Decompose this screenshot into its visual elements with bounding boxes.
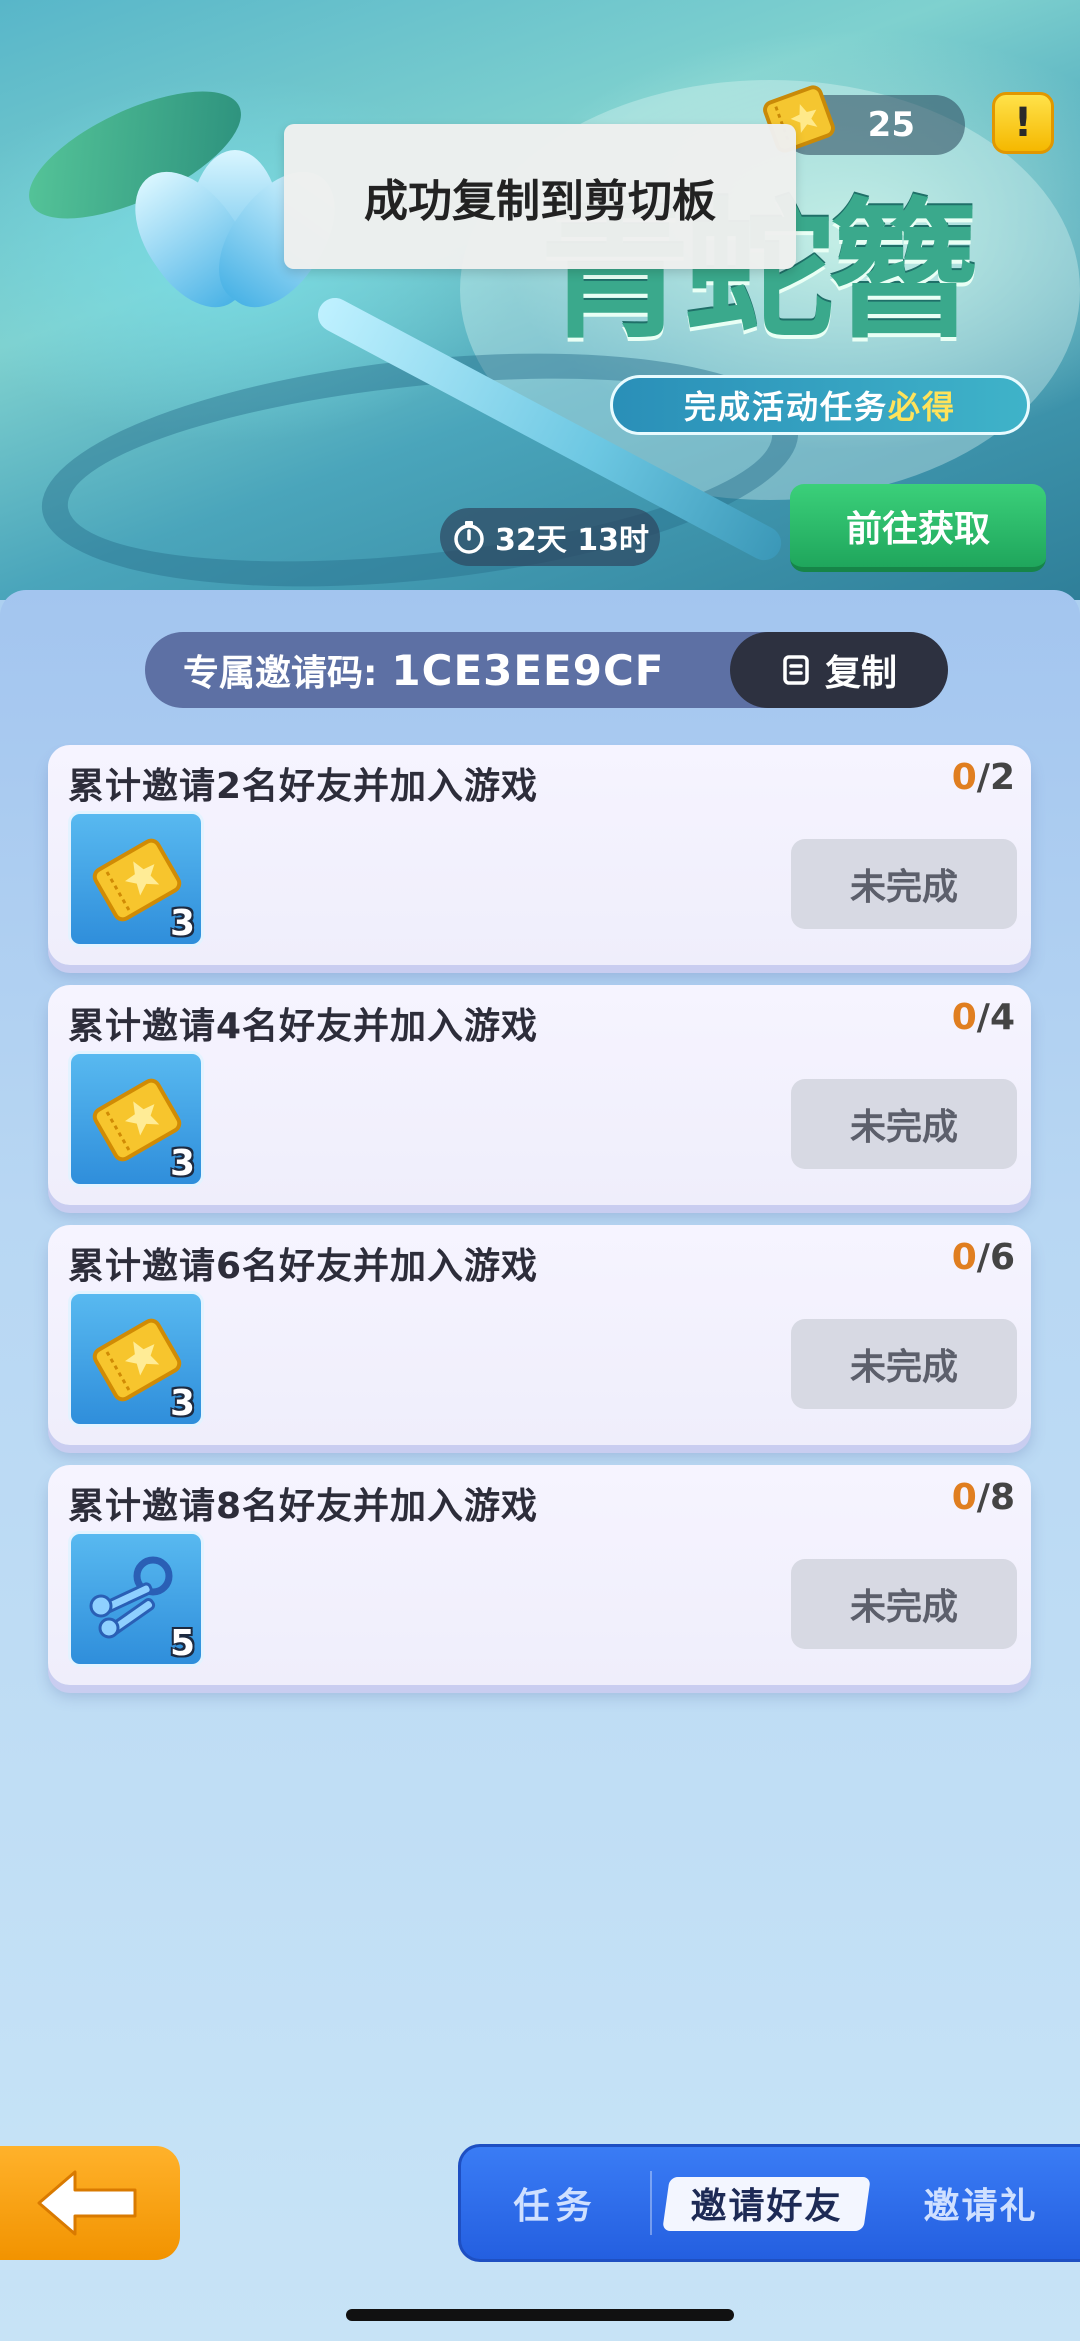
status-incomplete-button[interactable]: 未完成 (791, 839, 1017, 929)
tab-invite-friends-label: 邀请好友 (690, 2186, 843, 2227)
task-progress: 0/4 (951, 997, 1015, 1038)
bottom-tab-bar: 任务 邀请好友 邀请礼 (458, 2144, 1080, 2262)
timer-text: 32天 13时 (495, 523, 649, 558)
task-progress: 0/2 (951, 757, 1015, 798)
task-card: 累计邀请2名好友并加入游戏 0/2 3 未完成 (48, 745, 1031, 965)
status-incomplete-button[interactable]: 未完成 (791, 1559, 1017, 1649)
subtitle-highlight: 必得 (888, 388, 957, 426)
reward-count: 3 (169, 1383, 195, 1424)
task-title: 累计邀请4名好友并加入游戏 (68, 1006, 539, 1047)
reward-item[interactable]: 3 (68, 1051, 204, 1187)
task-card: 累计邀请4名好友并加入游戏 0/4 3 未完成 (48, 985, 1031, 1205)
toast-message: 成功复制到剪切板 (364, 175, 716, 227)
reward-item[interactable]: 3 (68, 811, 204, 947)
status-incomplete-button[interactable]: 未完成 (791, 1079, 1017, 1169)
info-button[interactable]: ! (992, 92, 1054, 154)
subtitle-text: 完成活动任务 (683, 388, 888, 426)
event-timer: 32天 13时 (440, 508, 660, 566)
task-card: 累计邀请6名好友并加入游戏 0/6 3 未完成 (48, 1225, 1031, 1445)
copy-success-toast: 成功复制到剪切板 (284, 124, 796, 269)
exclamation-icon: ! (1013, 100, 1033, 146)
tab-tasks[interactable]: 任务 (461, 2147, 650, 2259)
reward-count: 5 (169, 1623, 195, 1664)
invite-code-label: 专属邀请码: (183, 653, 378, 694)
reward-item[interactable]: 3 (68, 1291, 204, 1427)
tab-tasks-label: 任务 (513, 2186, 598, 2227)
tab-invite-friends[interactable]: 邀请好友 (652, 2147, 881, 2259)
task-card: 累计邀请8名好友并加入游戏 0/8 5 未完成 (48, 1465, 1031, 1685)
reward-item[interactable]: 5 (68, 1531, 204, 1667)
task-progress: 0/6 (951, 1237, 1015, 1278)
home-indicator[interactable] (346, 2309, 734, 2321)
stopwatch-icon (454, 521, 484, 554)
tab-invite-gift-label: 邀请礼 (923, 2186, 1038, 2227)
task-title: 累计邀请6名好友并加入游戏 (68, 1246, 539, 1287)
copy-button-label: 复制 (824, 653, 897, 694)
back-arrow-icon (37, 2170, 137, 2236)
ticket-balance-count: 25 (867, 105, 915, 145)
back-button[interactable] (0, 2146, 180, 2260)
copy-button[interactable]: 复制 (730, 632, 948, 708)
task-progress: 0/8 (951, 1477, 1015, 1518)
event-subtitle: 完成活动任务 必得 (610, 375, 1030, 435)
reward-count: 3 (169, 903, 195, 944)
task-title: 累计邀请2名好友并加入游戏 (68, 766, 539, 807)
status-incomplete-button[interactable]: 未完成 (791, 1319, 1017, 1409)
goto-obtain-button[interactable]: 前往获取 (790, 484, 1046, 572)
copy-icon (783, 655, 809, 685)
task-title: 累计邀请8名好友并加入游戏 (68, 1486, 539, 1527)
reward-count: 3 (169, 1143, 195, 1184)
invite-code-value: 1CE3EE9CF (391, 645, 665, 695)
tab-invite-gift[interactable]: 邀请礼 (881, 2147, 1080, 2259)
